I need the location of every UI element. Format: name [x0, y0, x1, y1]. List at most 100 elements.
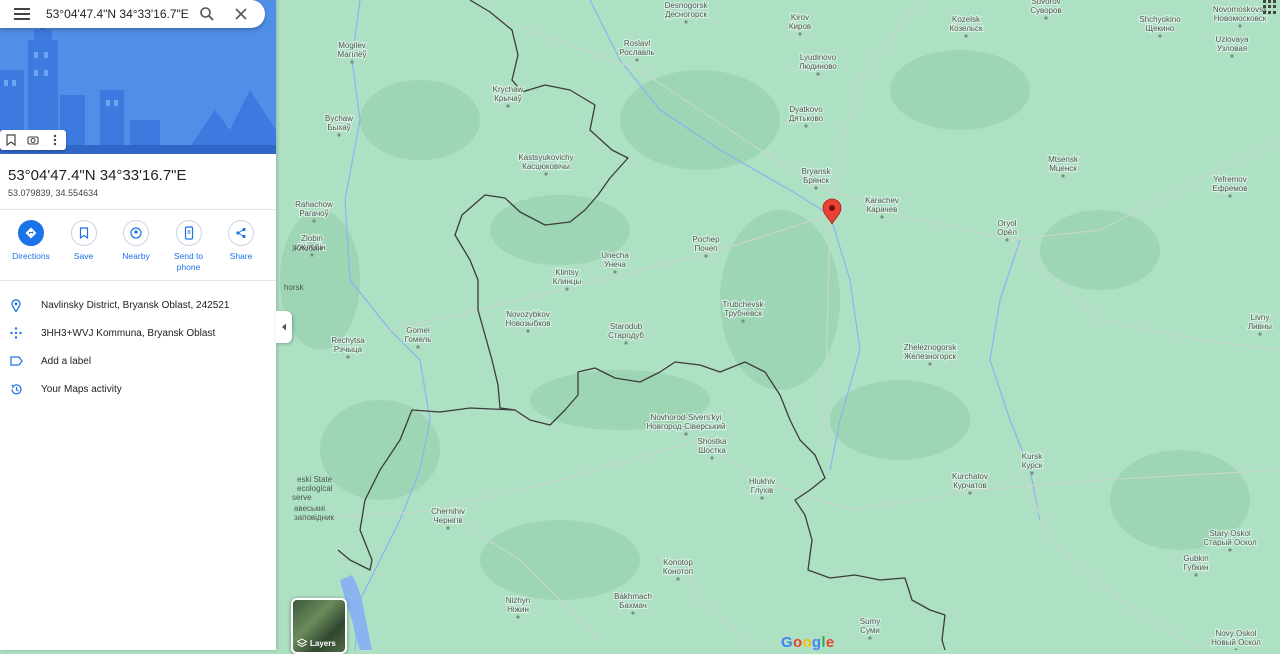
city-label-unecha: Unecha	[601, 251, 629, 260]
city-dot-stary-oskol	[1228, 548, 1232, 552]
layers-label: Layers	[310, 638, 336, 648]
city-label-alt-shostka: Шостка	[698, 446, 726, 455]
city-label-alt-kozelsk: Козельск	[949, 24, 983, 33]
collapse-panel-button[interactable]	[276, 311, 292, 343]
partial-map-label: заповідник	[294, 513, 334, 522]
city-label-novozybkov: Novozybkov	[506, 310, 550, 319]
city-label-alt-sumy: Суми	[860, 626, 880, 635]
city-label-alt-trubchevsk: Трубчевск	[724, 309, 762, 318]
search-box[interactable]: 53°04'47.4"N 34°33'16.7"E	[0, 0, 265, 28]
camera-icon[interactable]	[22, 130, 44, 150]
city-label-oryol: Oryol	[997, 219, 1016, 228]
city-dot-rechytsa	[346, 355, 350, 359]
location-pin-icon	[9, 298, 23, 312]
city-dot-suvorov	[1044, 16, 1048, 20]
city-dot-karachev	[880, 215, 884, 219]
directions-icon	[18, 220, 44, 246]
city-label-zheleznogorsk: Zheleznogorsk	[904, 343, 957, 352]
layers-button[interactable]: Layers	[291, 598, 347, 654]
city-dot-zlobin	[310, 253, 314, 257]
city-label-novhorod-sivers-kyi: Novhorod-Sivers'kyi	[651, 413, 722, 422]
city-label-alt-novy-oskol: Новый Оскол	[1211, 638, 1261, 647]
city-dot-starodub	[624, 341, 628, 345]
city-dot-mtsensk	[1061, 174, 1065, 178]
menu-icon[interactable]	[14, 8, 30, 20]
share-icon	[228, 220, 254, 246]
city-dot-uzlovaya	[1230, 54, 1234, 58]
directions-button[interactable]: Directions	[5, 220, 57, 273]
city-dot-kirov	[798, 32, 802, 36]
city-dot-nizhyn	[516, 615, 520, 619]
city-label-dyatkovo: Dyatkovo	[789, 105, 823, 114]
address-text: Navlinsky District, Bryansk Oblast, 2425…	[41, 299, 230, 311]
city-dot-krychaw	[506, 104, 510, 108]
city-dot-gomel	[416, 345, 420, 349]
city-label-alt-kurchatov: Курчатов	[953, 481, 987, 490]
city-label-kozelsk: Kozelsk	[952, 15, 981, 24]
search-input[interactable]: 53°04'47.4"N 34°33'16.7"E	[46, 7, 197, 21]
city-dot-yefremov	[1228, 194, 1232, 198]
city-dot-gubkin	[1194, 573, 1198, 577]
city-label-gubkin: Gubkin	[1183, 554, 1208, 563]
city-dot-novhorod-sivers-kyi	[684, 432, 688, 436]
city-label-kursk: Kursk	[1022, 452, 1043, 461]
send-to-phone-label-line2: phone	[176, 262, 201, 272]
city-label-alt-hlukhiv: Глухів	[751, 486, 774, 495]
city-label-bryansk: Bryansk	[802, 167, 832, 176]
search-icon[interactable]	[197, 4, 217, 24]
google-logo: Google	[781, 634, 835, 651]
city-label-klintsy: Klintsy	[555, 268, 579, 277]
city-label-sumy: Sumy	[860, 617, 880, 626]
bookmark-icon	[70, 220, 97, 246]
nearby-button[interactable]: Nearby	[110, 220, 162, 273]
save-button[interactable]: Save	[58, 220, 110, 273]
city-label-kastsyukovichy: Kastsyukovichy	[518, 153, 573, 162]
city-dot-bychaw	[337, 133, 341, 137]
city-label-shchyokino: Shchyokino	[1139, 15, 1181, 24]
close-icon[interactable]	[231, 4, 251, 24]
city-label-rechytsa: Rechytsa	[331, 336, 365, 345]
city-label-desnogorsk: Desnogorsk	[665, 1, 709, 10]
city-label-alt-nizhyn: Ніжин	[507, 605, 529, 614]
share-button[interactable]: Share	[215, 220, 267, 273]
maps-activity-text: Your Maps activity	[41, 383, 122, 395]
city-label-alt-krychaw: Крычаў	[494, 94, 521, 103]
city-label-alt-karachev: Карачев	[867, 205, 898, 214]
city-label-alt-bakhmach: Бахмач	[619, 601, 647, 610]
add-label-text: Add a label	[41, 355, 92, 367]
city-label-alt-uzlovaya: Узловая	[1217, 44, 1247, 53]
city-label-lyudinovo: Lyudinovo	[800, 53, 837, 62]
city-dot-dyatkovo	[804, 124, 808, 128]
city-dot-rahachow	[312, 219, 316, 223]
city-dot-desnogorsk	[684, 20, 688, 24]
city-dot-kursk	[1030, 471, 1034, 475]
plus-code-icon	[9, 326, 23, 340]
city-label-alt-chernihiv: Чернігів	[433, 516, 462, 525]
side-panel: 53°04'47.4"N 34°33'16.7"E 53°04'47.4"N 3…	[0, 0, 276, 650]
city-dot-novomoskovsk	[1238, 24, 1242, 28]
city-label-alt-mtsensk: Мценск	[1049, 164, 1077, 173]
city-label-alt-starodub: Стародуб	[608, 331, 644, 340]
send-to-phone-button[interactable]: Send to phone	[163, 220, 215, 273]
city-label-alt-livny: Ливны	[1248, 322, 1272, 331]
apps-grid-icon[interactable]	[1263, 0, 1277, 14]
city-label-pochep: Pochep	[692, 235, 720, 244]
city-label-starodub: Starodub	[610, 322, 643, 331]
plus-code-row[interactable]: 3HH3+WVJ Kommuna, Bryansk Oblast	[0, 320, 276, 346]
city-label-alt-novhorod-sivers-kyi: Новгород-Сіверський	[647, 422, 726, 431]
city-dot-mogilev	[350, 60, 354, 64]
city-dot-unecha	[613, 270, 617, 274]
city-label-alt-bychaw: Быхаў	[327, 123, 350, 132]
more-icon[interactable]	[44, 130, 66, 150]
city-label-alt-novomoskovsk: Новомосковск	[1214, 14, 1267, 23]
add-label-row[interactable]: Add a label	[0, 348, 276, 374]
maps-activity-row[interactable]: Your Maps activity	[0, 376, 276, 402]
city-label-uzlovaya: Uzlovaya	[1216, 35, 1249, 44]
address-row[interactable]: Navlinsky District, Bryansk Oblast, 2425…	[0, 292, 276, 318]
partial-map-label: ecological	[297, 484, 333, 493]
city-label-alt-kursk: Курск	[1022, 461, 1043, 470]
bookmark-icon[interactable]	[0, 130, 22, 150]
city-dot-kozelsk	[964, 34, 968, 38]
city-dot-hlukhiv	[760, 496, 764, 500]
city-dot-kastsyukovichy	[544, 172, 548, 176]
